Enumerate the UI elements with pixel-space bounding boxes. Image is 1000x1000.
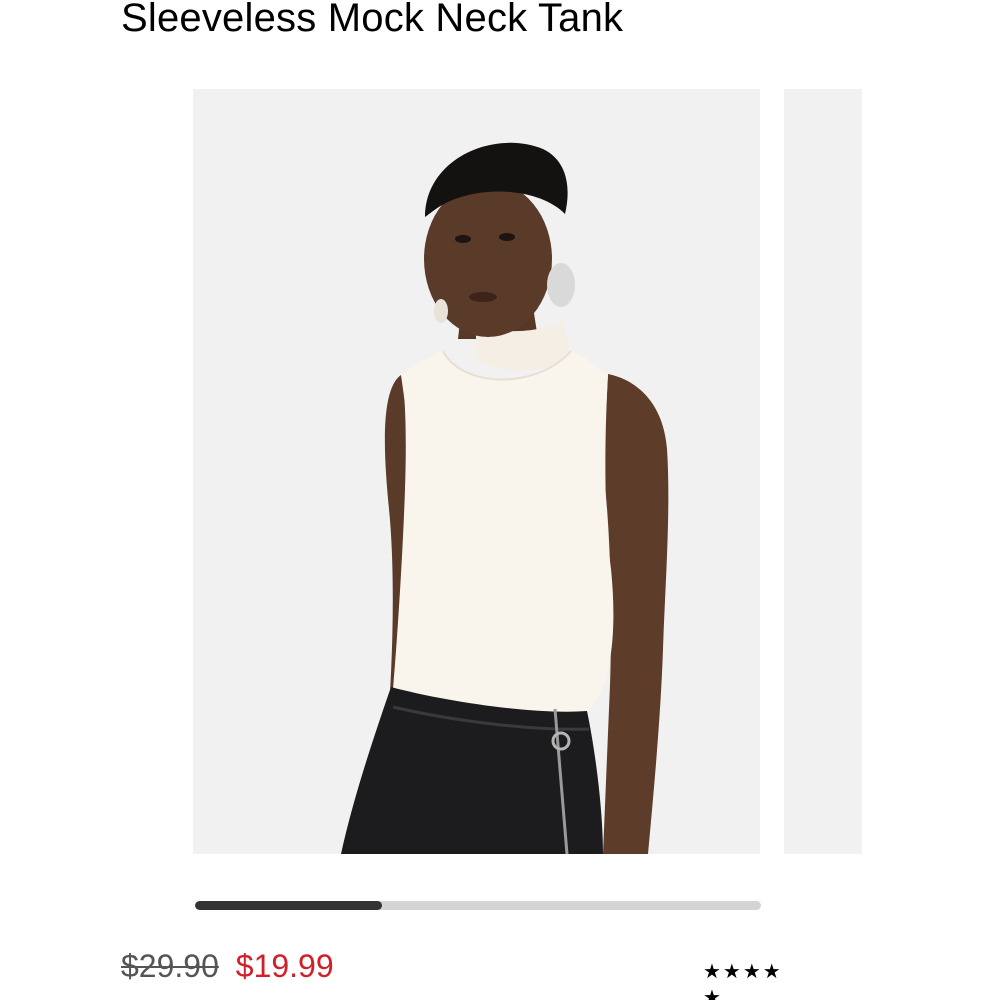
star-rating[interactable]: ★★★★ — [703, 958, 783, 984]
star-icon: ★ — [703, 985, 721, 1000]
original-price: $29.90 — [121, 948, 219, 984]
model-photo — [193, 89, 760, 854]
product-title: Sleeveless Mock Neck Tank — [121, 0, 624, 40]
carousel-progress-bar[interactable] — [195, 901, 761, 910]
product-page: Sleeveless Mock Neck Tank $29.90 $19.99 … — [0, 0, 1000, 1000]
product-image-carousel[interactable] — [0, 89, 1000, 854]
product-image[interactable] — [193, 89, 760, 854]
sale-price: $19.99 — [235, 948, 334, 984]
price-row: $29.90 $19.99 — [121, 945, 334, 987]
carousel-progress-fill — [195, 901, 382, 910]
next-product-image[interactable] — [784, 89, 862, 854]
